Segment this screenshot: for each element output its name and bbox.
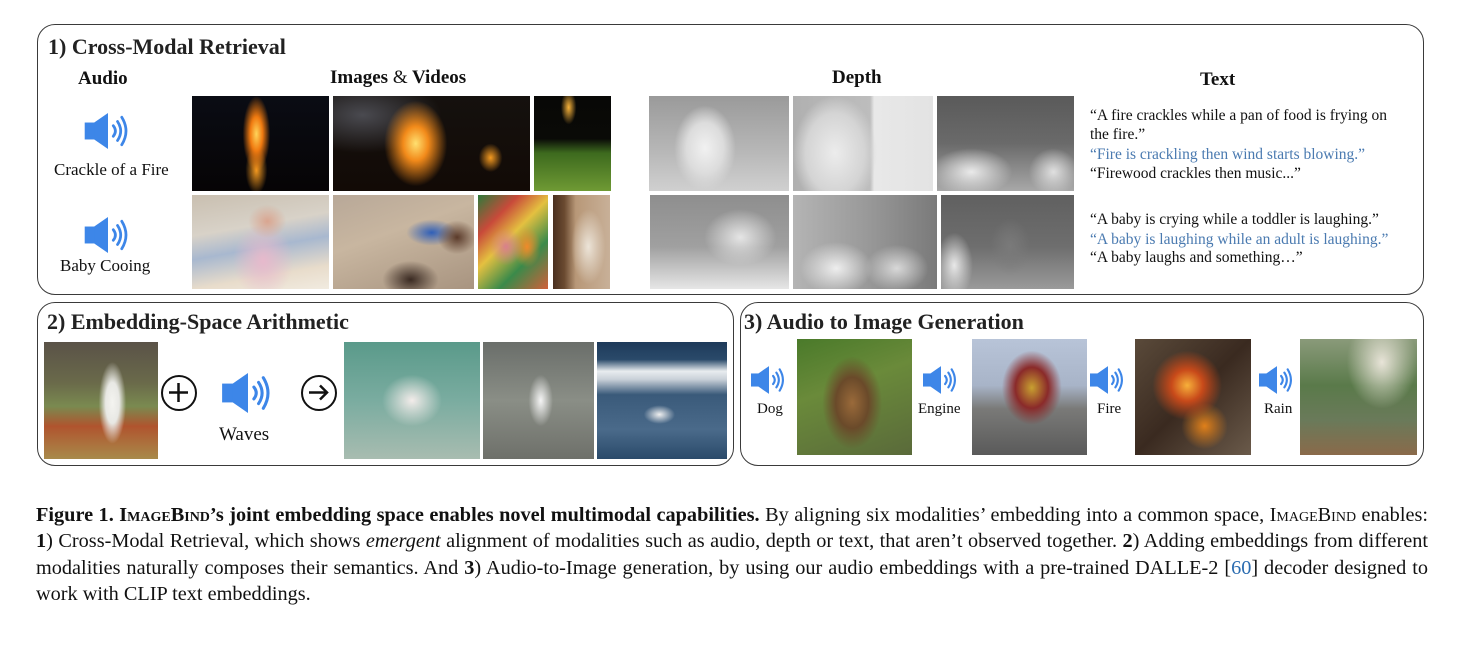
retrieved-text-highlight: “Fire is crackling then wind starts blow… (1090, 146, 1366, 163)
audio-label-engine: Engine (918, 401, 961, 417)
generated-image (1135, 339, 1251, 455)
audio-label-fire: Crackle of a Fire (54, 160, 169, 179)
retrieved-text: “Firewood crackles then music...” (1090, 165, 1301, 182)
figure-caption: Figure 1. ImageBind’s joint embedding sp… (36, 504, 1428, 606)
speaker-icon (923, 366, 956, 394)
caption-bold-lead: ImageBind’s joint embedding space enable… (119, 504, 760, 526)
speaker-icon (751, 366, 784, 394)
column-header-text: Text (1200, 69, 1236, 90)
arrow-right-icon (301, 375, 337, 411)
audio-label-waves: Waves (219, 424, 270, 445)
audio-label-dog: Dog (757, 401, 783, 417)
retrieved-image (192, 96, 329, 191)
panel-title-generation: 3) Audio to Image Generation (744, 309, 1024, 334)
column-header-depth: Depth (832, 67, 882, 88)
depth-map (650, 195, 789, 289)
audio-label-rain: Rain (1264, 401, 1293, 417)
audio-label-baby: Baby Cooing (60, 256, 151, 275)
generated-image (1300, 339, 1417, 455)
depth-map (937, 96, 1074, 191)
retrieved-image (553, 195, 610, 289)
result-image (344, 342, 480, 459)
header-ampersand: & (392, 67, 408, 88)
depth-map (649, 96, 789, 191)
citation-link[interactable]: 60 (1231, 557, 1251, 579)
model-name: ImageBind (1269, 504, 1357, 526)
header-videos: Videos (412, 67, 467, 88)
retrieved-text: “A baby is crying while a toddler is lau… (1090, 211, 1379, 228)
depth-map (793, 195, 937, 289)
generated-image (797, 339, 912, 455)
retrieved-text: the fire.” (1090, 126, 1146, 143)
column-header-images-videos: Images & Videos (330, 67, 466, 89)
audio-label-fire: Fire (1097, 401, 1122, 417)
depth-map (793, 96, 933, 191)
retrieved-text-highlight: “A baby is laughing while an adult is la… (1090, 231, 1389, 248)
speaker-icon (222, 373, 270, 413)
retrieved-image (534, 96, 611, 191)
column-header-audio: Audio (78, 68, 128, 89)
result-image (483, 342, 594, 459)
retrieved-text: “A baby laughs and something…” (1090, 249, 1303, 266)
retrieved-text: “A fire crackles while a pan of food is … (1090, 107, 1387, 124)
depth-map (941, 195, 1074, 289)
retrieved-video-frame (333, 96, 530, 191)
result-image (597, 342, 727, 459)
figure-label: Figure 1. (36, 504, 114, 526)
retrieved-image (478, 195, 548, 289)
retrieved-image (333, 195, 474, 289)
panel-title-retrieval: 1) Cross-Modal Retrieval (48, 34, 286, 59)
input-image (44, 342, 158, 459)
speaker-icon (1259, 366, 1292, 394)
header-images: Images (330, 67, 389, 88)
speaker-icon (84, 113, 128, 149)
speaker-icon (84, 217, 128, 253)
speaker-icon (1090, 366, 1123, 394)
retrieved-image (192, 195, 329, 289)
generated-image (972, 339, 1087, 455)
plus-icon (161, 375, 197, 411)
panel-title-arithmetic: 2) Embedding-Space Arithmetic (47, 309, 349, 334)
